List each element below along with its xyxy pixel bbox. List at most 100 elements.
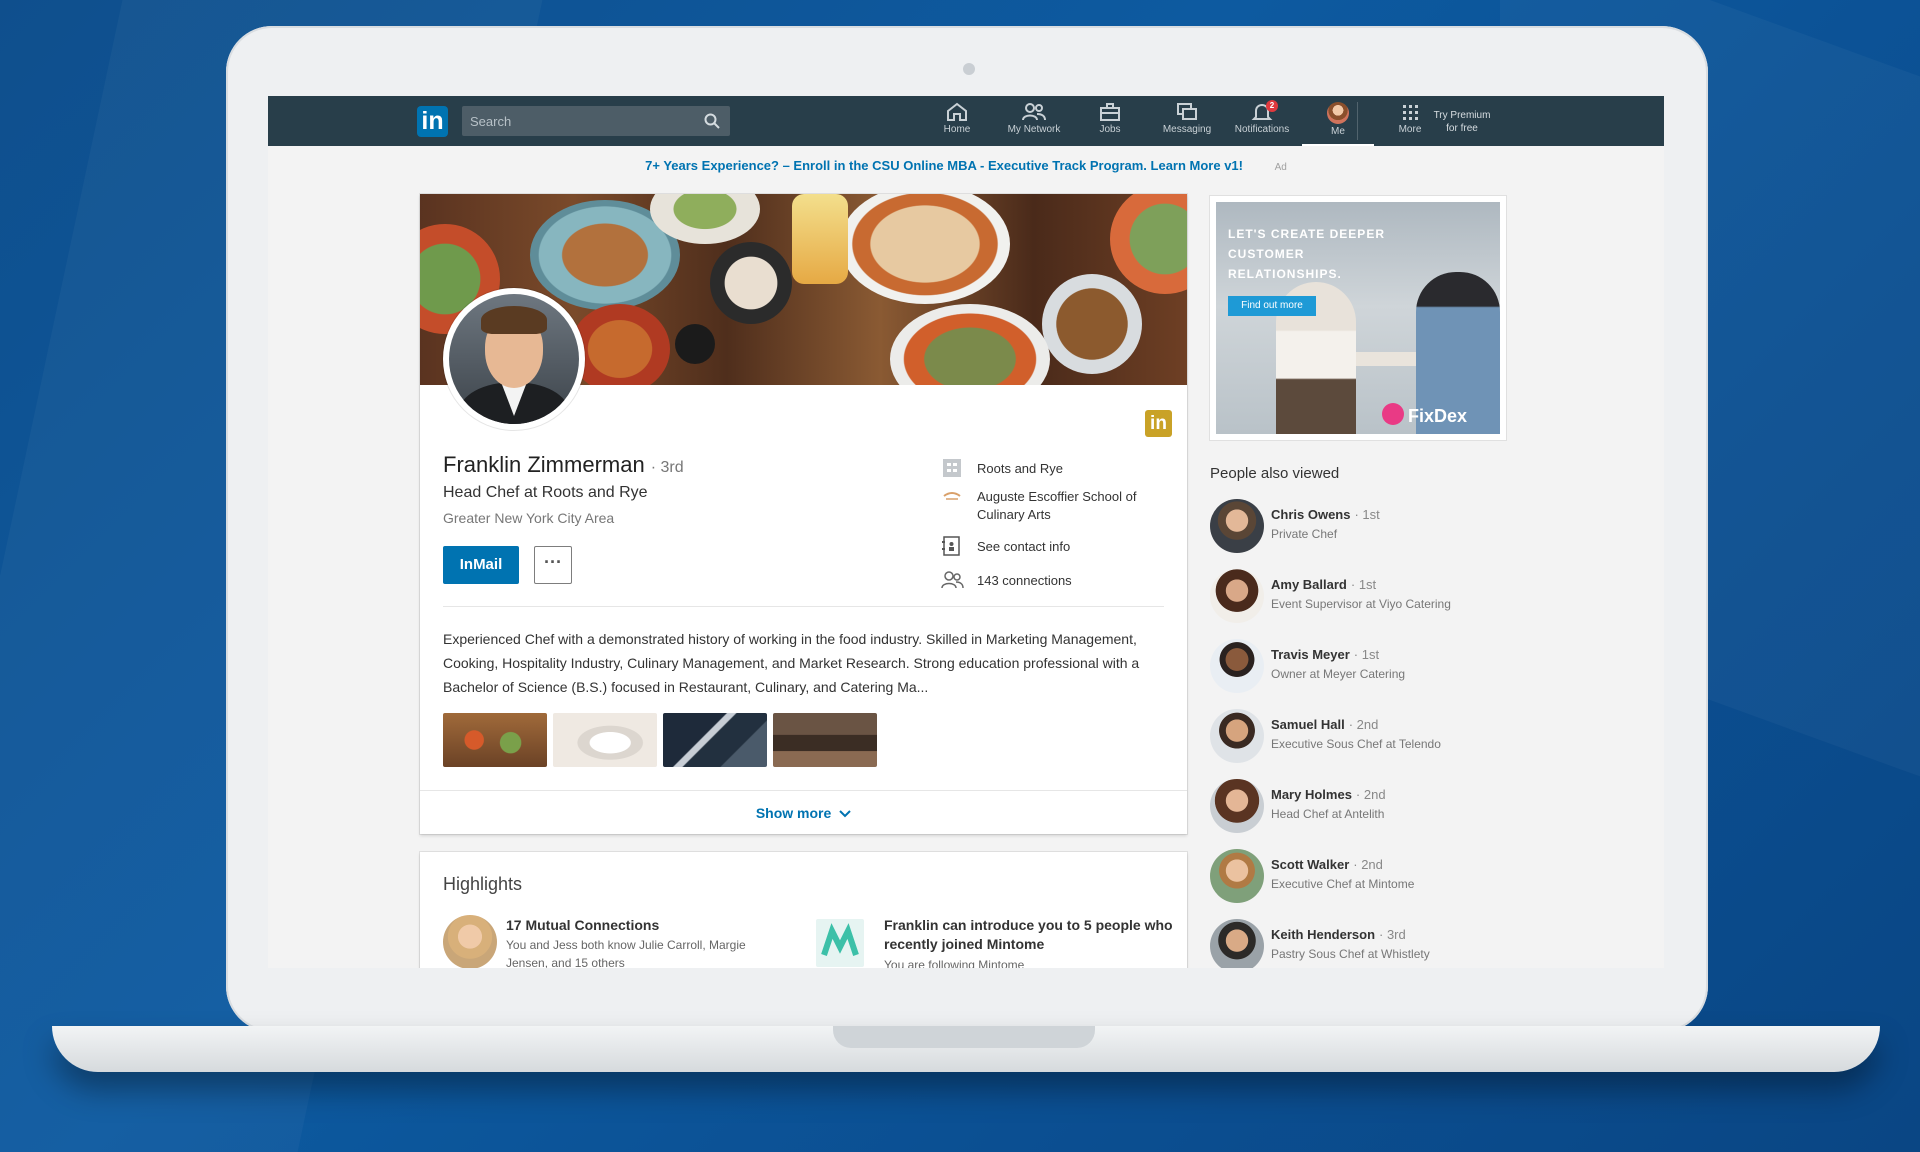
divider — [443, 606, 1164, 607]
laptop-notch — [833, 1026, 1095, 1048]
profile-face — [449, 294, 579, 424]
person-name[interactable]: Travis Meyer · 1st — [1271, 647, 1379, 662]
person-name[interactable]: Chris Owens · 1st — [1271, 507, 1380, 522]
person-name-text: Travis Meyer — [1271, 647, 1350, 662]
nav-jobs[interactable]: Jobs — [1074, 102, 1146, 146]
media-thumbnail[interactable] — [553, 713, 657, 767]
list-item[interactable]: Scott Walker · 2nd Executive Chef at Mint… — [1210, 849, 1540, 905]
person-degree: · 1st — [1350, 577, 1377, 592]
display-ad[interactable]: LET'S CREATE DEEPER CUSTOMER RELATIONSHI… — [1210, 196, 1506, 440]
fixdex-logo-icon — [1382, 403, 1404, 425]
show-more-button[interactable]: Show more — [420, 790, 1187, 835]
food-plate — [675, 324, 715, 364]
premium-line-1: Try Premium — [1433, 110, 1491, 121]
media-thumbnail[interactable] — [773, 713, 877, 767]
school-name: Auguste Escoffier School of Culinary Art… — [977, 489, 1137, 522]
person-title: Executive Sous Chef at Telendo — [1271, 737, 1441, 751]
person-name-text: Keith Henderson — [1271, 927, 1376, 942]
profile-photo[interactable] — [443, 288, 585, 430]
avatar[interactable] — [1210, 499, 1264, 553]
person-degree: · 2nd — [1353, 857, 1383, 872]
person-name-text: Mary Holmes — [1271, 787, 1352, 802]
contact-card-icon — [942, 536, 960, 556]
food-plate — [792, 194, 848, 284]
search-icon[interactable] — [704, 113, 720, 129]
list-item[interactable]: Travis Meyer · 1st Owner at Meyer Caterin… — [1210, 639, 1540, 695]
list-item[interactable]: Chris Owens · 1st Private Chef — [1210, 499, 1540, 555]
list-item[interactable]: Amy Ballard · 1st Event Supervisor at Viy… — [1210, 569, 1540, 625]
person-name-text: Amy Ballard — [1271, 577, 1347, 592]
food-plate — [1110, 194, 1187, 294]
more-actions-button[interactable]: ··· — [534, 546, 572, 584]
person-name[interactable]: Mary Holmes · 2nd — [1271, 787, 1386, 802]
people-also-viewed-title: People also viewed — [1210, 465, 1340, 482]
mintome-logo — [816, 919, 864, 967]
mintome-logo-icon — [821, 923, 859, 956]
inmail-button[interactable]: InMail — [443, 546, 519, 584]
messaging-icon — [1177, 103, 1197, 120]
nav-home[interactable]: Home — [921, 102, 993, 146]
person-title: Pastry Sous Chef at Whistlety — [1271, 947, 1430, 961]
mutual-connections-title[interactable]: 17 Mutual Connections — [506, 916, 786, 935]
nav-label: My Network — [1007, 124, 1061, 135]
avatar[interactable] — [1210, 849, 1264, 903]
profile-name: Franklin Zimmerman · 3rd — [443, 452, 684, 478]
food-plate — [570, 304, 670, 385]
avatar[interactable] — [1210, 709, 1264, 763]
list-item[interactable]: Samuel Hall · 2nd Executive Sous Chef at … — [1210, 709, 1540, 765]
webcam — [963, 63, 975, 75]
food-plate — [710, 242, 792, 324]
person-name[interactable]: Keith Henderson · 3rd — [1271, 927, 1406, 942]
avatar[interactable] — [1210, 779, 1264, 833]
person-name[interactable]: Amy Ballard · 1st — [1271, 577, 1376, 592]
food-plate — [840, 194, 1010, 304]
person-degree: · 3rd — [1379, 927, 1406, 942]
media-thumbnail[interactable] — [663, 713, 767, 767]
try-premium-link[interactable]: Try Premium for free — [1420, 109, 1504, 135]
avatar[interactable] — [1210, 569, 1264, 623]
nav-me[interactable]: Me — [1302, 102, 1374, 146]
person-degree: · 2nd — [1355, 787, 1386, 802]
premium-line-2: for free — [1446, 123, 1478, 134]
notification-badge: 2 — [1266, 100, 1278, 112]
top-navbar: in Home My Network Jobs Messaging 2 Noti… — [268, 96, 1664, 146]
connection-degree: · 3rd — [650, 459, 684, 476]
nav-label: Me — [1331, 126, 1345, 137]
person-name[interactable]: Samuel Hall · 2nd — [1271, 717, 1378, 732]
nav-my-network[interactable]: My Network — [998, 102, 1070, 146]
mutual-connections-sub: You and Jess both know Julie Carroll, Ma… — [506, 938, 746, 968]
briefcase-icon — [1100, 103, 1120, 121]
find-out-more-button[interactable]: Find out more — [1228, 296, 1316, 316]
person-degree: · 1st — [1353, 647, 1380, 662]
ad-image: LET'S CREATE DEEPER CUSTOMER RELATIONSHI… — [1216, 202, 1500, 434]
nav-messaging[interactable]: Messaging — [1151, 102, 1223, 146]
list-item[interactable]: Keith Henderson · 3rd Pastry Sous Chef at… — [1210, 919, 1540, 968]
search-box[interactable] — [462, 106, 730, 136]
linkedin-logo[interactable]: in — [417, 106, 448, 137]
avatar[interactable] — [1210, 919, 1264, 968]
food-plate — [890, 304, 1050, 385]
ad-headline: LET'S CREATE DEEPER CUSTOMER RELATIONSHI… — [1228, 227, 1385, 281]
profile-name-text: Franklin Zimmerman — [443, 452, 645, 477]
avatar[interactable] — [1210, 639, 1264, 693]
profile-hair — [481, 306, 547, 334]
person-title: Owner at Meyer Catering — [1271, 667, 1406, 681]
network-icon — [1022, 103, 1046, 121]
media-thumbnail[interactable] — [443, 713, 547, 767]
ad-link[interactable]: 7+ Years Experience? – Enroll in the CSU… — [645, 158, 1243, 173]
sponsored-ad-strip: 7+ Years Experience? – Enroll in the CSU… — [268, 158, 1664, 173]
nav-notifications[interactable]: 2 Notifications — [1226, 100, 1298, 146]
list-item[interactable]: Mary Holmes · 2nd Head Chef at Antelith — [1210, 779, 1540, 835]
building-icon — [943, 459, 961, 477]
person-name-text: Samuel Hall — [1271, 717, 1345, 732]
search-input[interactable] — [462, 106, 692, 136]
mutual-connection-avatar[interactable] — [443, 915, 497, 968]
company-name: Roots and Rye — [977, 461, 1063, 476]
ad-tag: Ad — [1274, 162, 1287, 173]
nav-label: Home — [943, 124, 971, 135]
nav-divider — [1357, 102, 1358, 140]
person-name[interactable]: Scott Walker · 2nd — [1271, 857, 1383, 872]
person-name-text: Scott Walker — [1271, 857, 1350, 872]
person-degree: · 2nd — [1348, 717, 1379, 732]
introduction-title[interactable]: Franklin can introduce you to 5 people w… — [884, 916, 1174, 954]
